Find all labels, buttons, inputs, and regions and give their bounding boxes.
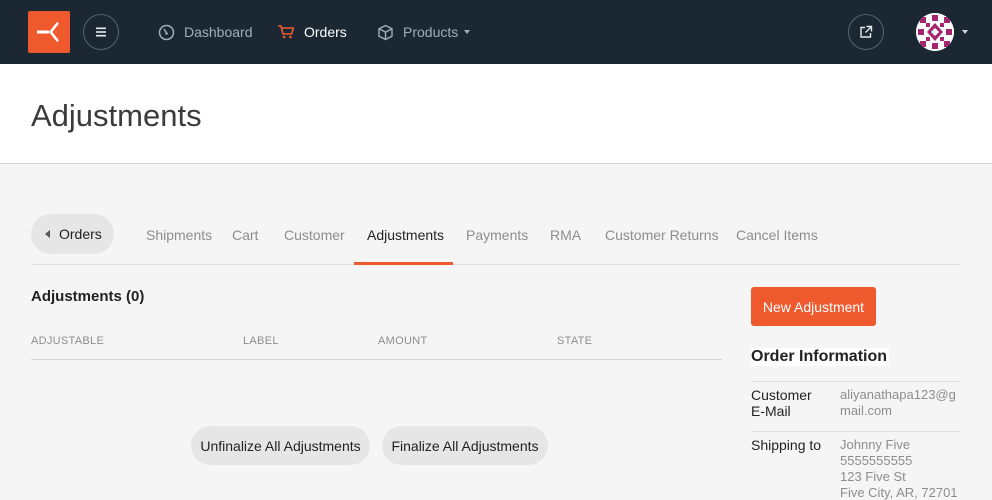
top-navbar: Dashboard Orders Products [0, 0, 992, 64]
order-tabs: Orders Shipments Cart Customer Adjustmen… [31, 214, 961, 265]
new-adjustment-button[interactable]: New Adjustment [751, 287, 876, 326]
customer-email-value: aliyanathapa123@g mail.com [840, 387, 960, 419]
nav-dashboard[interactable]: Dashboard [157, 22, 253, 42]
tab-payments[interactable]: Payments [466, 227, 528, 243]
customer-email-value-line: mail.com [840, 403, 893, 418]
external-link-icon [860, 25, 873, 38]
column-header-amount: AMOUNT [378, 335, 428, 347]
customer-email-label: Customer E-Mail [751, 387, 831, 419]
chevron-down-icon[interactable] [962, 30, 968, 34]
page-header: Adjustments [0, 64, 992, 164]
table-divider [31, 359, 722, 360]
page-title: Adjustments [31, 98, 202, 133]
menu-toggle-button[interactable] [83, 14, 119, 50]
chevron-down-icon [464, 30, 471, 34]
nav-orders[interactable]: Orders [277, 22, 347, 42]
tab-customer-returns[interactable]: Customer Returns [605, 227, 719, 243]
customer-email-value-line: aliyanathapa123@g [840, 387, 956, 402]
chevron-left-icon [45, 230, 50, 238]
hamburger-icon [96, 27, 106, 37]
nav-products-label: Products [403, 24, 459, 40]
tab-adjustments[interactable]: Adjustments [367, 227, 444, 243]
shipping-label: Shipping to [751, 437, 822, 453]
back-to-orders-button[interactable]: Orders [31, 214, 114, 254]
view-store-button[interactable] [848, 14, 884, 50]
column-header-state: STATE [557, 335, 593, 347]
shipping-line: Johnny Five [840, 437, 911, 452]
shipping-address: Johnny Five 5555555555 123 Five St Five … [840, 437, 960, 500]
speedometer-icon [157, 23, 175, 41]
customer-email-label-line: E-Mail [751, 403, 791, 419]
info-divider [751, 431, 961, 432]
nav-products[interactable]: Products [376, 22, 471, 42]
column-header-adjustable: ADJUSTABLE [31, 335, 105, 347]
tab-customer[interactable]: Customer [284, 227, 345, 243]
shipping-line: 123 Five St [840, 469, 906, 484]
shipping-line: Five City, AR, 72701 [840, 485, 958, 500]
nav-dashboard-label: Dashboard [184, 24, 253, 40]
adjustments-title: Adjustments (0) [31, 288, 145, 305]
box-icon [376, 23, 394, 41]
info-divider [751, 381, 961, 382]
customer-email-label-line: Customer [751, 387, 812, 403]
column-header-label: LABEL [243, 335, 279, 347]
shopping-cart-icon [277, 23, 295, 41]
tab-shipments[interactable]: Shipments [146, 227, 212, 243]
tab-rma[interactable]: RMA [550, 227, 581, 243]
nav-orders-label: Orders [304, 24, 347, 40]
unfinalize-all-button[interactable]: Unfinalize All Adjustments [191, 426, 370, 465]
finalize-all-button[interactable]: Finalize All Adjustments [382, 426, 548, 465]
active-tab-indicator [354, 262, 453, 265]
back-to-orders-label: Orders [59, 226, 102, 242]
user-avatar[interactable] [916, 13, 954, 51]
order-information-title: Order Information [751, 348, 890, 366]
tab-cart[interactable]: Cart [232, 227, 258, 243]
shipping-line: 5555555555 [840, 453, 913, 468]
tab-cancel-items[interactable]: Cancel Items [736, 227, 818, 243]
logo-icon[interactable] [28, 11, 70, 53]
